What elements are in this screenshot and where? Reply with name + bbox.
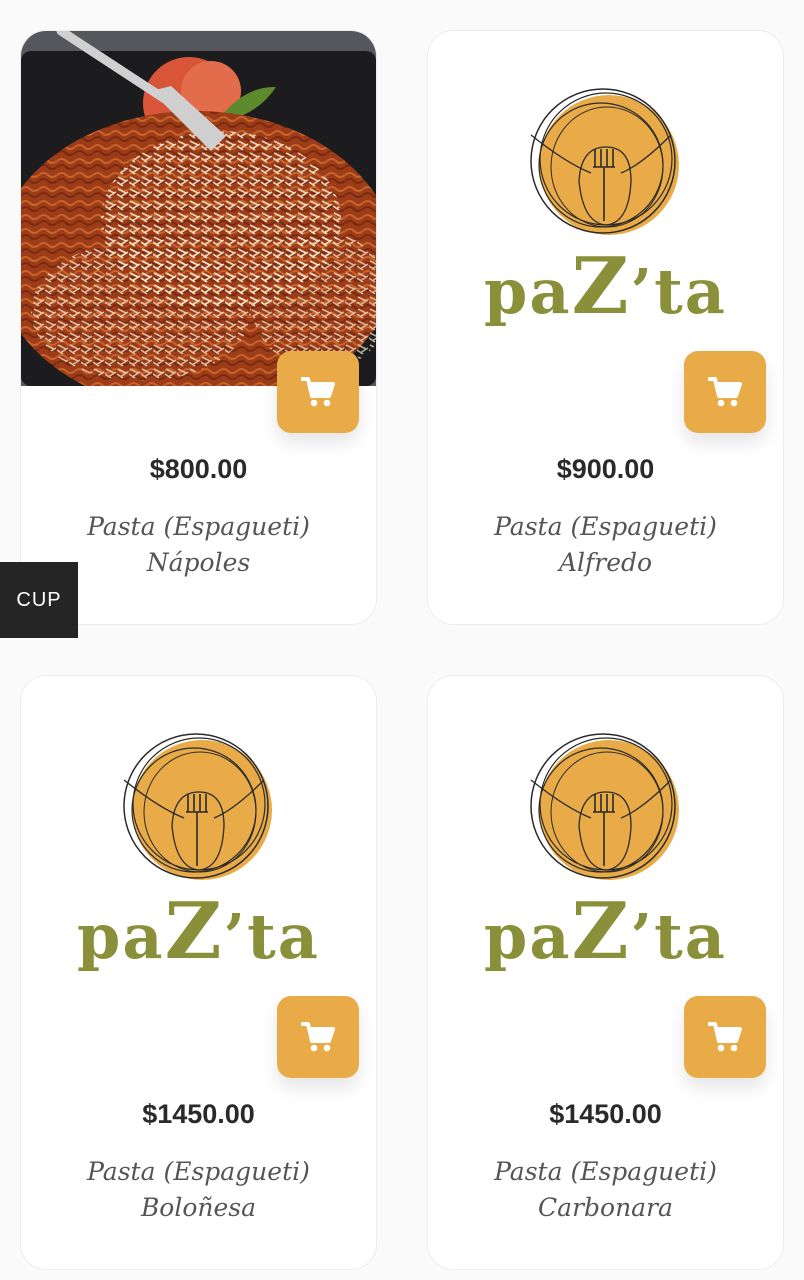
- brand-wordmark: paZ’ta: [484, 241, 727, 332]
- pasta-plate-logo-icon: [122, 733, 272, 880]
- product-card[interactable]: paZ’ta $900.00 Pasta (Espagueti) Alfredo: [427, 30, 784, 625]
- product-card[interactable]: paZ’ta $1450.00 Pasta (Espagueti) Carbon…: [427, 675, 784, 1270]
- pasta-plate-logo-icon: [529, 88, 679, 235]
- product-name[interactable]: Pasta (Espagueti) Alfredo: [428, 509, 783, 581]
- currency-tab[interactable]: CUP: [0, 562, 78, 638]
- product-price: $800.00: [149, 454, 248, 484]
- add-to-cart-button[interactable]: [684, 351, 766, 433]
- cart-icon: [301, 1022, 335, 1052]
- add-to-cart-button[interactable]: [684, 996, 766, 1078]
- product-price: $1450.00: [549, 1099, 662, 1129]
- cart-icon: [708, 1022, 742, 1052]
- product-placeholder-logo[interactable]: paZ’ta: [21, 676, 376, 1031]
- product-grid: $800.00 Pasta (Espagueti) Nápoles paZ’ta: [20, 30, 784, 1270]
- product-price: $900.00: [556, 454, 655, 484]
- brand-wordmark: paZ’ta: [77, 886, 320, 977]
- add-to-cart-button[interactable]: [277, 996, 359, 1078]
- cart-icon: [708, 377, 742, 407]
- product-price: $1450.00: [142, 1099, 255, 1129]
- product-name[interactable]: Pasta (Espagueti) Boloñesa: [21, 1154, 376, 1226]
- product-placeholder-logo[interactable]: paZ’ta: [428, 676, 783, 1031]
- product-name[interactable]: Pasta (Espagueti) Carbonara: [428, 1154, 783, 1226]
- product-card[interactable]: $800.00 Pasta (Espagueti) Nápoles: [20, 30, 377, 625]
- brand-wordmark: paZ’ta: [484, 886, 727, 977]
- product-placeholder-logo[interactable]: paZ’ta: [428, 31, 783, 386]
- cart-icon: [301, 377, 335, 407]
- product-photo[interactable]: [21, 31, 376, 386]
- pasta-plate-logo-icon: [529, 733, 679, 880]
- product-card[interactable]: paZ’ta $1450.00 Pasta (Espagueti) Boloñe…: [20, 675, 377, 1270]
- add-to-cart-button[interactable]: [277, 351, 359, 433]
